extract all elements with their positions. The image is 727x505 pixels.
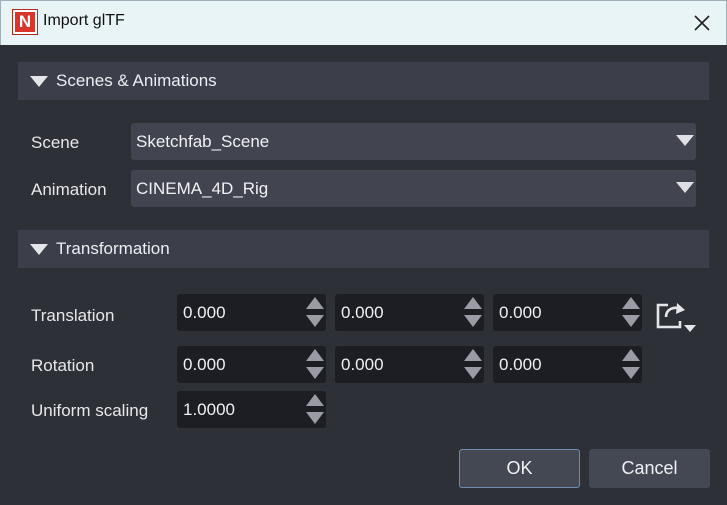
rotation-label: Rotation <box>31 356 95 375</box>
decrement-arrow-icon[interactable] <box>622 367 640 379</box>
decrement-arrow-icon[interactable] <box>306 412 324 424</box>
decrement-arrow-icon[interactable] <box>306 367 324 379</box>
animation-dropdown[interactable]: CINEMA_4D_Rig <box>131 170 696 207</box>
close-icon <box>694 15 710 31</box>
translation-y-value: 0.000 <box>341 303 384 322</box>
section-transformation[interactable]: Transformation <box>18 230 709 268</box>
increment-arrow-icon[interactable] <box>464 297 482 309</box>
translation-x-value: 0.000 <box>183 303 226 322</box>
cancel-button[interactable]: Cancel <box>589 449 710 488</box>
translation-x-field[interactable]: 0.000 <box>177 294 326 331</box>
uniform-scaling-label: Uniform scaling <box>31 401 149 420</box>
chevron-down-icon <box>676 182 694 193</box>
increment-arrow-icon[interactable] <box>306 394 324 406</box>
uniform-scaling-value: 1.0000 <box>183 400 235 419</box>
rotation-z-field[interactable]: 0.000 <box>493 346 642 383</box>
section-scenes-label: Scenes & Animations <box>56 71 217 90</box>
increment-arrow-icon[interactable] <box>306 349 324 361</box>
scene-label: Scene <box>31 133 80 152</box>
rotate-arrow-icon <box>656 303 696 332</box>
scene-value: Sketchfab_Scene <box>136 131 270 151</box>
animation-value: CINEMA_4D_Rig <box>136 178 269 198</box>
increment-arrow-icon[interactable] <box>622 297 640 309</box>
rotation-y-value: 0.000 <box>341 355 384 374</box>
translation-z-value: 0.000 <box>499 303 542 322</box>
rotation-z-value: 0.000 <box>499 355 542 374</box>
scene-dropdown[interactable]: Sketchfab_Scene <box>131 123 696 160</box>
collapse-triangle-icon <box>30 75 48 87</box>
translation-y-field[interactable]: 0.000 <box>335 294 484 331</box>
increment-arrow-icon[interactable] <box>622 349 640 361</box>
decrement-arrow-icon[interactable] <box>464 315 482 327</box>
coordinate-reset-button[interactable] <box>654 299 698 335</box>
window-title: Import glTF <box>43 12 125 29</box>
ok-button[interactable]: OK <box>459 449 580 488</box>
animation-label: Animation <box>31 180 107 199</box>
decrement-arrow-icon[interactable] <box>622 315 640 327</box>
app-logo-icon: N <box>13 10 37 34</box>
title-bar: N Import glTF <box>0 0 727 45</box>
collapse-triangle-icon <box>30 243 48 255</box>
rotation-x-field[interactable]: 0.000 <box>177 346 326 383</box>
close-button[interactable] <box>688 9 716 37</box>
translation-label: Translation <box>31 306 115 325</box>
section-transformation-label: Transformation <box>56 239 170 258</box>
increment-arrow-icon[interactable] <box>464 349 482 361</box>
decrement-arrow-icon[interactable] <box>306 315 324 327</box>
section-scenes-animations[interactable]: Scenes & Animations <box>18 62 709 100</box>
decrement-arrow-icon[interactable] <box>464 367 482 379</box>
rotation-x-value: 0.000 <box>183 355 226 374</box>
translation-z-field[interactable]: 0.000 <box>493 294 642 331</box>
increment-arrow-icon[interactable] <box>306 297 324 309</box>
uniform-scaling-field[interactable]: 1.0000 <box>177 391 326 428</box>
chevron-down-icon <box>676 135 694 146</box>
rotation-y-field[interactable]: 0.000 <box>335 346 484 383</box>
